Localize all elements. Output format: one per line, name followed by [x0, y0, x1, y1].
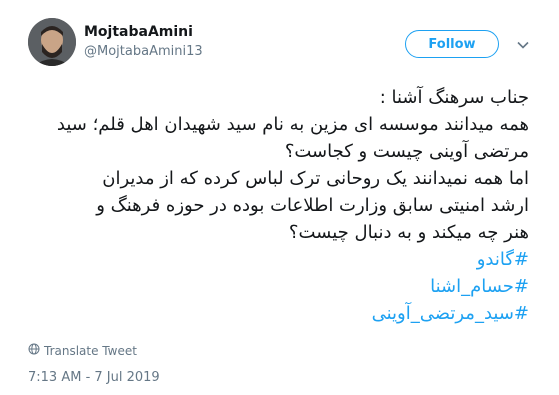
globe-icon [28, 343, 40, 358]
hashtag-link[interactable]: #گاندو [24, 246, 529, 273]
user-handle[interactable]: @MojtabaAmini13 [84, 44, 203, 59]
tweet-line: ارشد امنیتی سابق وزارت اطلاعات بوده در ح… [96, 195, 529, 216]
tweet-line: همه میدانند موسسه ای مزین به نام سید شهی… [56, 114, 529, 135]
display-name[interactable]: MojtabaAmini [84, 24, 193, 40]
tweet-text: جناب سرهنگ آشنا : همه میدانند موسسه ای م… [24, 84, 529, 327]
translate-tweet-link[interactable]: Translate Tweet [28, 343, 137, 358]
avatar[interactable] [28, 18, 76, 66]
chevron-down-icon[interactable] [516, 37, 530, 51]
translate-label: Translate Tweet [44, 343, 137, 358]
tweet-line: هنر چه میکند و به دنبال چیست؟ [288, 222, 529, 243]
tweet-line: مرتضی آوینی چیست و کجاست؟ [284, 141, 529, 162]
hashtag-link[interactable]: #حسام_اشنا [24, 273, 529, 300]
tweet-timestamp[interactable]: 7:13 AM - 7 Jul 2019 [28, 370, 160, 385]
follow-button[interactable]: Follow [405, 30, 499, 58]
tweet-line: جناب سرهنگ آشنا : [379, 87, 529, 108]
hashtag-link[interactable]: #سید_مرتضی_آوینی [24, 300, 529, 327]
tweet-line: اما همه نمیدانند یک روحانی ترک لباس کرده… [102, 168, 529, 189]
